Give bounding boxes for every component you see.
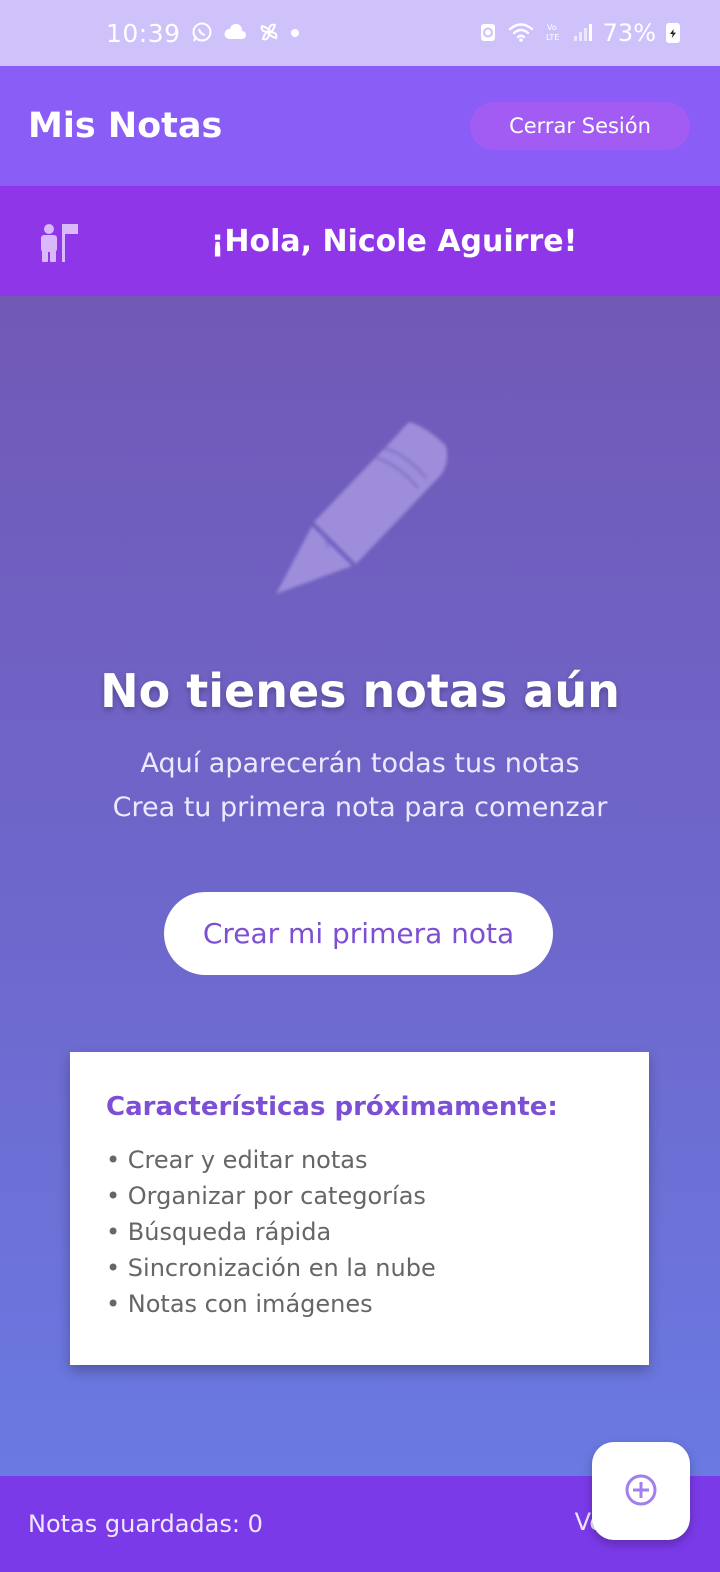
list-item: • Notas con imágenes [106,1290,373,1318]
svg-text:Vo: Vo [547,23,557,32]
list-item: • Búsqueda rápida [106,1218,332,1246]
add-note-fab[interactable] [592,1442,690,1540]
svg-text:LTE: LTE [546,33,559,42]
greeting-bar: ¡Hola, Nicole Aguirre! [0,186,720,296]
pinwheel-icon [257,20,281,47]
app-bar: Mis Notas Cerrar Sesión [0,66,720,186]
empty-state-subtitle-2: Crea tu primera nota para comenzar [112,792,608,823]
empty-state-title: No tienes notas aún [100,664,620,718]
features-card: Características próximamente: • Crear y … [70,1052,649,1365]
notes-empty-area: No tienes notas aún Aquí aparecerán toda… [0,296,720,1476]
status-bar: 10:39 Vo LTE 73% [0,0,720,66]
list-item: • Organizar por categorías [106,1182,426,1210]
list-item: • Sincronización en la nube [106,1254,436,1282]
empty-state-subtitle-1: Aquí aparecerán todas tus notas [140,748,580,779]
add-circle-icon [624,1473,658,1510]
pencil-icon [268,416,458,606]
wifi-icon [507,21,535,46]
features-list: • Crear y editar notas • Organizar por c… [106,1142,615,1322]
data-saver-icon [479,21,497,46]
status-time: 10:39 [106,18,181,48]
person-flag-icon [36,220,80,264]
signal-icon [573,22,593,45]
battery-percent: 73% [602,19,656,47]
app-title: Mis Notas [28,106,223,146]
cloud-icon [223,23,247,44]
status-bar-right: Vo LTE 73% [479,19,680,47]
notification-dot-icon [290,29,299,37]
features-title: Características próximamente: [106,1092,558,1122]
list-item: • Crear y editar notas [106,1146,368,1174]
volte-icon: Vo LTE [545,21,563,46]
notes-count: Notas guardadas: 0 [28,1510,263,1538]
logout-button[interactable]: Cerrar Sesión [470,102,690,150]
battery-icon [666,23,680,43]
whatsapp-icon [191,21,213,46]
status-bar-left: 10:39 [106,19,299,48]
create-first-note-button[interactable]: Crear mi primera nota [164,892,553,975]
greeting-text: ¡Hola, Nicole Aguirre! [210,223,578,259]
